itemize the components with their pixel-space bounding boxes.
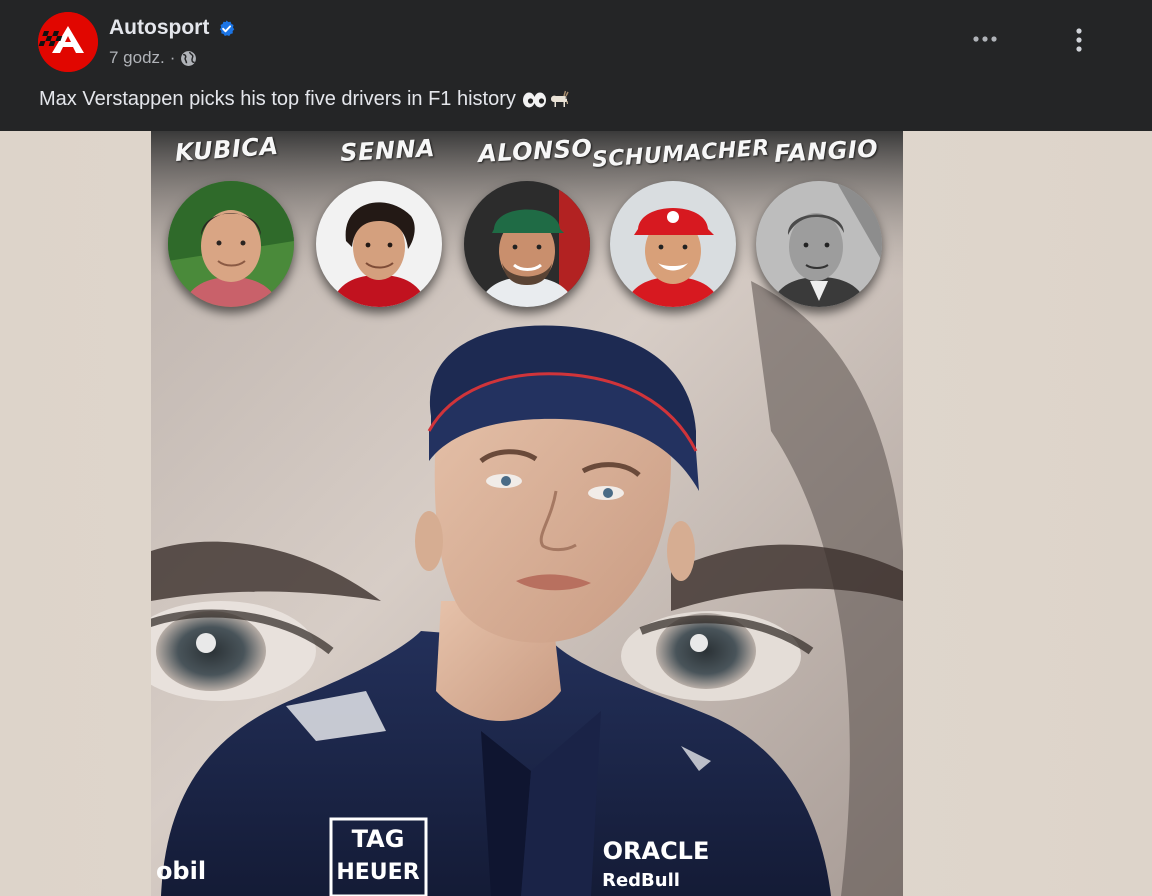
post-menu-button[interactable] xyxy=(1066,24,1092,56)
tag-logo-text: TAG xyxy=(352,825,405,853)
post-text: Max Verstappen picks his top five driver… xyxy=(39,86,571,112)
mobil-logo-text: obil xyxy=(156,857,206,885)
more-horizontal-icon xyxy=(973,36,997,42)
redbull-logo-text: RedBull xyxy=(602,870,680,891)
author-name[interactable]: Autosport xyxy=(109,16,209,40)
globe-icon xyxy=(180,50,197,67)
post-media-area: KUBICA SENNA ALONSO SCHUMACHER FANGIO TA… xyxy=(0,131,1152,896)
meta-separator: · xyxy=(169,48,176,67)
post: Autosport 7 godz. · Max Verstappen picks… xyxy=(0,0,1152,896)
post-image[interactable]: KUBICA SENNA ALONSO SCHUMACHER FANGIO TA… xyxy=(151,131,903,896)
verified-badge-icon xyxy=(218,20,235,37)
main-driver-figure: TAG HEUER ORACLE RedBull obil xyxy=(156,325,831,896)
eyes-emoji-icon xyxy=(521,90,547,110)
post-meta: 7 godz. · xyxy=(109,47,197,69)
autosport-logo-icon xyxy=(38,12,98,72)
oracle-logo-text: ORACLE xyxy=(603,837,710,865)
heuer-logo-text: HEUER xyxy=(336,860,419,885)
more-options-button[interactable] xyxy=(964,26,1006,52)
post-timestamp[interactable]: 7 godz. xyxy=(109,47,165,69)
page-avatar[interactable] xyxy=(38,12,98,72)
more-vertical-icon xyxy=(1076,28,1082,52)
post-header: Autosport 7 godz. · Max Verstappen picks… xyxy=(0,0,1152,131)
post-text-content: Max Verstappen picks his top five driver… xyxy=(39,88,516,110)
goat-emoji-icon xyxy=(547,88,571,112)
